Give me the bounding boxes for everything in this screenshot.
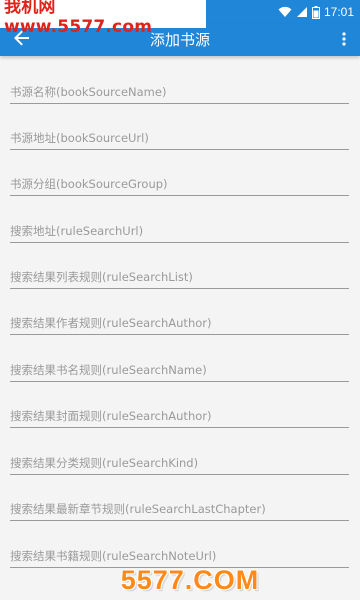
rule-search-list-input[interactable]	[10, 253, 349, 289]
status-time: 17:01	[323, 5, 354, 19]
wifi-icon	[278, 6, 292, 18]
rule-search-name-field	[10, 346, 349, 382]
signal-icon	[296, 6, 308, 18]
rule-search-kind-field	[10, 439, 349, 475]
watermark-top: 我机网 www.5577.com	[0, 0, 206, 37]
more-options-button[interactable]	[336, 28, 352, 52]
book-source-name-input[interactable]	[10, 68, 349, 104]
book-source-group-field	[10, 160, 349, 196]
status-icons: 17:01	[278, 0, 354, 24]
rule-search-url-input[interactable]	[10, 207, 349, 243]
book-source-group-input[interactable]	[10, 160, 349, 196]
rule-search-name-input[interactable]	[10, 346, 349, 382]
rule-search-cover-input[interactable]	[10, 392, 349, 428]
rule-search-list-field	[10, 253, 349, 289]
more-vertical-icon	[342, 31, 346, 50]
rule-search-last-chapter-field	[10, 485, 349, 521]
rule-search-kind-input[interactable]	[10, 439, 349, 475]
book-source-url-field	[10, 114, 349, 150]
rule-search-cover-field	[10, 392, 349, 428]
watermark-bottom: 5577.COM	[120, 564, 260, 595]
battery-icon	[311, 5, 320, 19]
rule-search-author-field	[10, 299, 349, 335]
rule-search-url-field	[10, 207, 349, 243]
book-source-url-input[interactable]	[10, 114, 349, 150]
rule-search-author-input[interactable]	[10, 299, 349, 335]
book-source-name-field	[10, 68, 349, 104]
rule-search-last-chapter-input[interactable]	[10, 485, 349, 521]
